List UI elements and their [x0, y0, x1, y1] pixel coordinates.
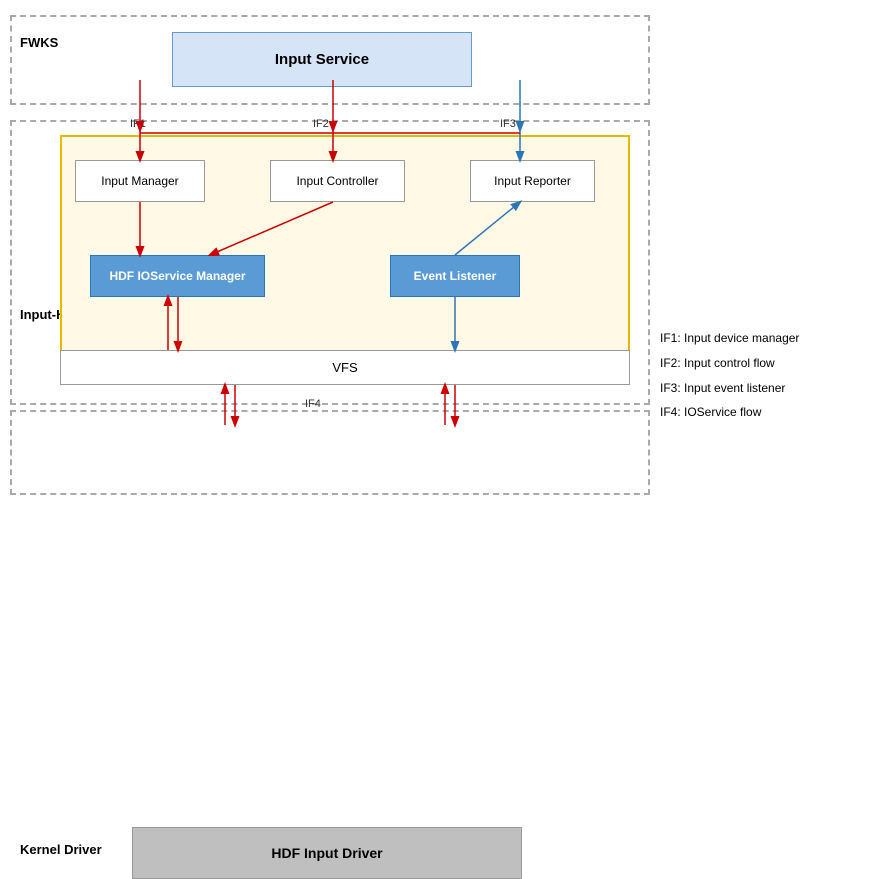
vfs-box: VFS — [60, 350, 630, 385]
hdf-ioservice-box: HDF IOService Manager — [90, 255, 265, 297]
fwks-layer: FWKS Input Service — [10, 15, 650, 105]
fwks-label: FWKS — [20, 35, 58, 50]
hdf-input-driver-box: HDF Input Driver — [132, 827, 522, 879]
kernel-layer: Kernel Driver HDF Input Driver — [10, 410, 650, 495]
legend-if2: IF2: Input control flow — [660, 355, 880, 372]
input-service-box: Input Service — [172, 32, 472, 87]
input-reporter-box: Input Reporter — [470, 160, 595, 202]
event-listener-box: Event Listener — [390, 255, 520, 297]
if1-label: IF1 — [130, 118, 146, 130]
kernel-label: Kernel Driver — [20, 842, 102, 857]
legend-if3: IF3: Input event listener — [660, 380, 880, 397]
if3-label: IF3 — [500, 118, 516, 130]
input-controller-box: Input Controller — [270, 160, 405, 202]
legend: IF1: Input device manager IF2: Input con… — [660, 330, 880, 429]
diagram-area: FWKS Input Service Input-HDI Input Manag… — [10, 10, 660, 500]
legend-if4: IF4: IOService flow — [660, 404, 880, 421]
input-manager-box: Input Manager — [75, 160, 205, 202]
if4-label: IF4 — [305, 398, 321, 410]
legend-if1: IF1: Input device manager — [660, 330, 880, 347]
if2-label: IF2 — [313, 118, 329, 130]
